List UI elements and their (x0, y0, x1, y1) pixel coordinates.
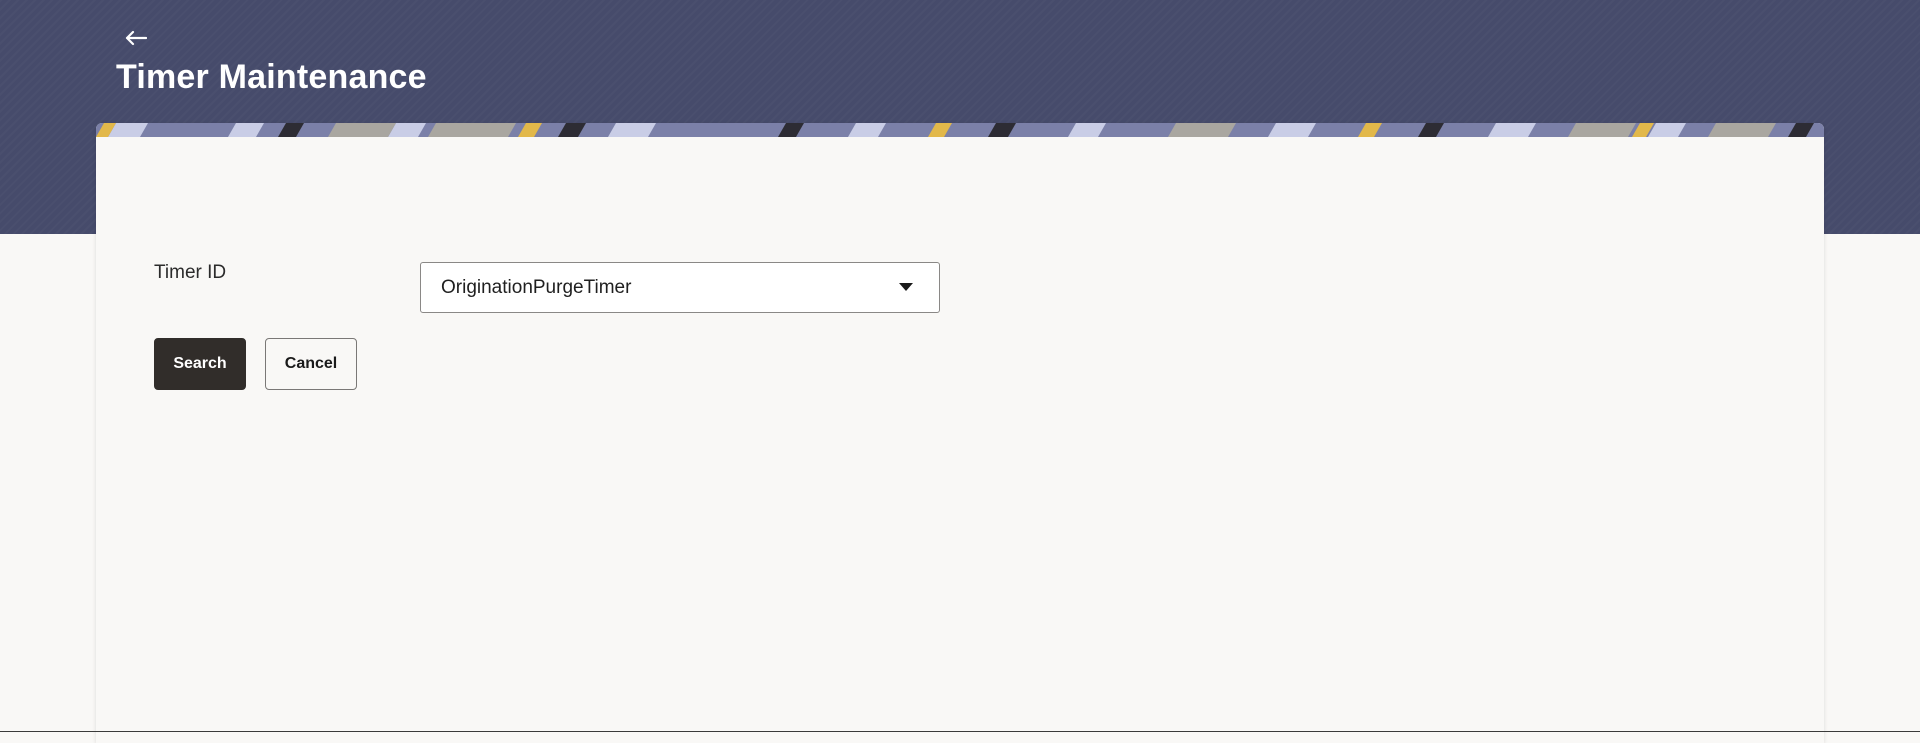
timer-id-select[interactable]: OriginationPurgeTimer (420, 262, 940, 313)
decorative-banner (96, 123, 1824, 137)
arrow-left-icon (125, 30, 147, 46)
content-card: Timer ID OriginationPurgeTimer Search Ca… (96, 123, 1824, 743)
back-button[interactable] (122, 24, 150, 52)
cancel-button[interactable]: Cancel (265, 338, 357, 390)
timer-id-label: Timer ID (154, 262, 227, 283)
caret-down-icon (899, 283, 913, 291)
timer-id-selected-value: OriginationPurgeTimer (441, 277, 632, 298)
page-title: Timer Maintenance (116, 58, 427, 96)
search-button[interactable]: Search (154, 338, 246, 390)
